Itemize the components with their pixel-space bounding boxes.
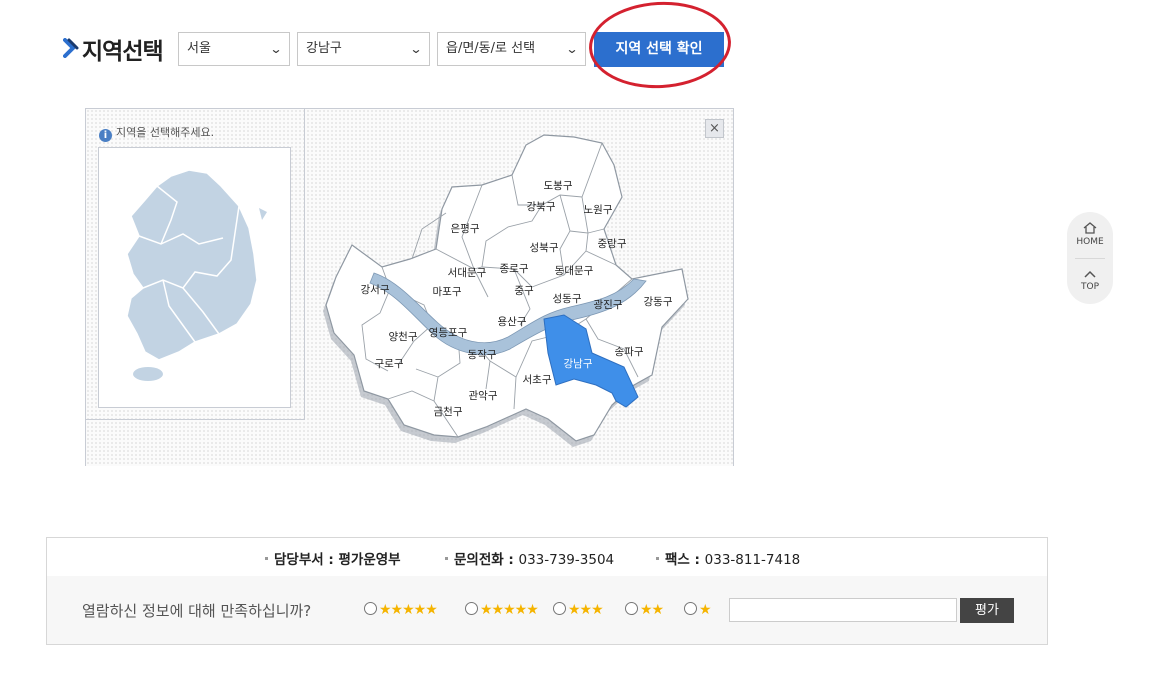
district-yongsan[interactable]: 용산구: [498, 316, 527, 328]
region-map-panel: i 지역을 선택해주세요. × 도봉구 강북구 노원구 은평구 성북구 중랑구 …: [85, 108, 734, 466]
rating-stars: ★★★★★: [379, 602, 438, 618]
bullet: [445, 557, 448, 560]
district-nowon[interactable]: 노원구: [584, 204, 613, 216]
town-select[interactable]: 읍/면/동/로 선택 ⌄: [437, 32, 586, 66]
district-gangdong[interactable]: 강동구: [644, 296, 673, 308]
bullet: [656, 557, 659, 560]
top-label: TOP: [1080, 282, 1099, 292]
district-yeongdeungpo[interactable]: 영등포구: [429, 327, 468, 339]
district-geumcheon[interactable]: 금천구: [434, 406, 463, 418]
district-gangseo[interactable]: 강서구: [361, 284, 390, 296]
district-dongdaemun[interactable]: 동대문구: [555, 265, 594, 277]
radio-button[interactable]: [684, 602, 697, 615]
city-select-value: 서울: [187, 41, 211, 56]
dept-key: 담당부서 :: [274, 552, 339, 568]
phone-value: 033-739-3504: [518, 552, 615, 568]
district-dobong[interactable]: 도봉구: [544, 180, 573, 192]
title-arrow-icon: [63, 38, 79, 58]
footer: 담당부서 : 평가운영부 문의전화 : 033-739-3504 팩스 : 03…: [46, 537, 1048, 645]
district-select-value: 강남구: [306, 41, 342, 56]
radio-button[interactable]: [364, 602, 377, 615]
home-label: HOME: [1076, 237, 1104, 247]
survey-question: 열람하신 정보에 대해 만족하십니까?: [82, 602, 312, 620]
fax-value: 033-811-7418: [704, 552, 801, 568]
district-jungnang[interactable]: 중랑구: [598, 238, 627, 250]
district-seocho[interactable]: 서초구: [523, 374, 552, 386]
quick-nav: HOME TOP: [1067, 212, 1113, 304]
district-seongdong[interactable]: 성동구: [553, 293, 582, 305]
rating-option-1[interactable]: ★: [684, 602, 712, 618]
district-seodaemun[interactable]: 서대문구: [448, 267, 487, 279]
rating-option-5[interactable]: ★★★★★: [364, 602, 438, 618]
quick-nav-divider: [1075, 258, 1105, 259]
district-select[interactable]: 강남구 ⌄: [297, 32, 430, 66]
radio-button[interactable]: [465, 602, 478, 615]
dept-info: 담당부서 : 평가운영부: [265, 548, 401, 568]
confirm-region-button[interactable]: 지역 선택 확인: [594, 32, 724, 67]
rating-stars: ★★: [640, 602, 664, 618]
district-gangnam[interactable]: 강남구: [564, 358, 593, 370]
rating-stars: ★★★: [568, 602, 604, 618]
home-icon: [1083, 222, 1097, 234]
district-dongjak[interactable]: 동작구: [468, 349, 497, 361]
page-title: 지역선택: [82, 39, 164, 65]
radio-button[interactable]: [625, 602, 638, 615]
district-songpa[interactable]: 송파구: [615, 346, 644, 358]
evaluate-button[interactable]: 평가: [960, 598, 1014, 623]
chevron-down-icon: ⌄: [565, 42, 579, 56]
district-yangcheon[interactable]: 양천구: [389, 331, 418, 343]
rating-option-3[interactable]: ★★★: [553, 602, 604, 618]
rating-stars: ★★★★★: [480, 602, 539, 618]
top-button[interactable]: TOP: [1067, 270, 1113, 292]
chevron-down-icon: ⌄: [409, 42, 423, 56]
bullet: [265, 557, 268, 560]
rating-stars: ★: [699, 602, 712, 618]
fax-info: 팩스 : 033-811-7418: [656, 548, 800, 568]
radio-button[interactable]: [553, 602, 566, 615]
chevron-down-icon: ⌄: [269, 42, 283, 56]
city-select[interactable]: 서울 ⌄: [178, 32, 290, 66]
district-seongbuk[interactable]: 성북구: [530, 242, 559, 254]
feedback-input[interactable]: [729, 598, 957, 622]
chevron-up-icon: [1084, 270, 1096, 278]
phone-key: 문의전화 :: [454, 552, 519, 568]
fax-key: 팩스 :: [665, 552, 705, 568]
dept-value: 평가운영부: [338, 552, 401, 568]
district-mapo[interactable]: 마포구: [433, 286, 462, 298]
contact-bar: 담당부서 : 평가운영부 문의전화 : 033-739-3504 팩스 : 03…: [47, 538, 1047, 577]
satisfaction-survey: 열람하신 정보에 대해 만족하십니까? ★★★★★ ★★★★★ ★★★ ★★ ★…: [47, 576, 1047, 644]
district-gwanak[interactable]: 관악구: [469, 390, 498, 402]
seoul-district-map: 도봉구 강북구 노원구 은평구 성북구 중랑구 서대문구 종로구 동대문구 마포…: [323, 134, 689, 447]
district-guro[interactable]: 구로구: [375, 358, 404, 370]
district-gwangjin[interactable]: 광진구: [594, 299, 623, 311]
district-eunpyeong[interactable]: 은평구: [451, 223, 480, 235]
phone-info: 문의전화 : 033-739-3504: [445, 548, 614, 568]
town-select-value: 읍/면/동/로 선택: [446, 41, 536, 56]
rating-option-4[interactable]: ★★★★★: [465, 602, 539, 618]
rating-option-2[interactable]: ★★: [625, 602, 664, 618]
home-button[interactable]: HOME: [1067, 222, 1113, 247]
district-gangbuk[interactable]: 강북구: [527, 201, 556, 213]
district-jongno[interactable]: 종로구: [500, 263, 529, 275]
district-jung[interactable]: 중구: [514, 285, 534, 297]
